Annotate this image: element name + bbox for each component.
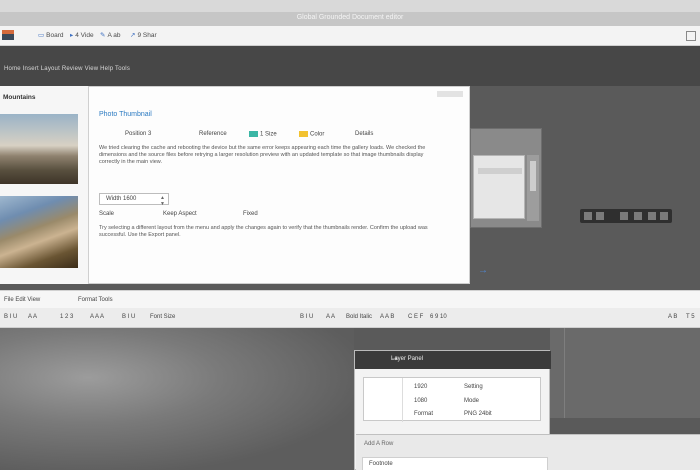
landscape-image-mountain[interactable] (0, 196, 78, 268)
format-group-7[interactable]: B I U (300, 314, 313, 320)
format-toolbar: B I U A A 1 2 3 A A A B I U Font Size B … (0, 308, 700, 328)
window-menu-icon[interactable] (686, 31, 696, 41)
control-icon-6[interactable] (660, 212, 668, 220)
toolbar-item-share[interactable]: ↗ 9 Shar (130, 31, 157, 39)
mini-preview-bar (478, 168, 522, 174)
property-key-2: 1080 (414, 398, 428, 404)
background-cloud-image (0, 328, 354, 470)
format-group-4[interactable]: A A A (90, 314, 104, 320)
field-details[interactable]: Details (355, 131, 373, 137)
properties-divider (402, 378, 403, 422)
toolbar-item-text[interactable]: ✎ A ab (100, 31, 120, 39)
secondary-menu-left[interactable]: File Edit View (4, 297, 40, 303)
layer-panel-header: Layer Panel ➝ (355, 351, 551, 369)
format-group-10[interactable]: A A B (380, 314, 394, 320)
format-group-3[interactable]: 1 2 3 (60, 314, 73, 320)
option-fixed[interactable]: Fixed (243, 211, 258, 217)
format-group-9[interactable]: Bold Italic (346, 314, 372, 320)
size-swatch-icon (249, 131, 258, 137)
mini-preview-scrollbar[interactable] (527, 155, 539, 221)
dialog-title: Photo Thumbnail (99, 111, 152, 118)
cursor-arrow-icon: → (478, 265, 488, 276)
property-value-3[interactable]: PNG 24bit (464, 411, 492, 417)
landscape-image-city[interactable] (0, 114, 78, 184)
field-size[interactable]: 1 Size (249, 131, 277, 138)
window-title: Global Grounded Document editor (296, 14, 404, 21)
media-controls (580, 209, 672, 223)
mini-preview-window (470, 128, 542, 228)
format-group-14[interactable]: T 5 (686, 314, 695, 320)
option-scale[interactable]: Scale (99, 211, 114, 217)
bottom-sheet: Add A Row Footnote (356, 434, 700, 470)
format-group-11[interactable]: C E F (408, 314, 423, 320)
bottom-sheet-label[interactable]: Add A Row (364, 441, 393, 447)
property-value-1[interactable]: Setting (464, 384, 483, 390)
right-gray-panel (550, 328, 700, 418)
menu-items[interactable]: Home Insert Layout Review View Help Tool… (4, 66, 130, 72)
color-swatch-icon (299, 131, 308, 137)
top-toolbar: ▭ Board ▸ 4 Vide ✎ A ab ↗ 9 Shar (0, 26, 700, 46)
dialog-paragraph-1: We tried clearing the cache and rebootin… (99, 145, 426, 165)
format-group-6[interactable]: Font Size (150, 314, 175, 320)
field-reference[interactable]: Reference (199, 131, 227, 137)
secondary-menu-right[interactable]: Format Tools (78, 297, 113, 303)
panel-arrow-icon[interactable]: ➝ (391, 354, 545, 363)
text-icon: ✎ (100, 32, 106, 39)
format-group-5[interactable]: B I U (122, 314, 135, 320)
format-group-12[interactable]: 6 9 10 (430, 314, 447, 320)
window-title-bar: Global Grounded Document editor (0, 0, 700, 26)
format-group-13[interactable]: A B (668, 314, 677, 320)
app-icon[interactable] (2, 30, 14, 40)
format-group-2[interactable]: A A (28, 314, 37, 320)
toolbar-item-board[interactable]: ▭ Board (38, 31, 64, 39)
option-keep-aspect[interactable]: Keep Aspect (163, 211, 197, 217)
board-icon: ▭ (38, 32, 45, 39)
width-stepper[interactable]: Width 1600 ▲ ▼ (99, 193, 169, 207)
control-icon-4[interactable] (634, 212, 642, 220)
dialog-close-area[interactable] (437, 91, 463, 97)
field-position[interactable]: Position 3 (125, 131, 151, 137)
toolbar-item-video[interactable]: ▸ 4 Vide (70, 31, 94, 39)
dialog-option-row: Scale Keep Aspect Fixed (99, 211, 399, 221)
control-icon-1[interactable] (584, 212, 592, 220)
stepper-arrows-icon[interactable]: ▲ ▼ (160, 195, 165, 207)
mini-preview-content (473, 155, 525, 219)
photo-dialog: Photo Thumbnail Position 3 Reference 1 S… (88, 86, 470, 284)
property-value-2[interactable]: Mode (464, 398, 479, 404)
format-group-8[interactable]: A A (326, 314, 335, 320)
control-icon-3[interactable] (620, 212, 628, 220)
video-icon: ▸ (70, 32, 74, 39)
share-icon: ↗ (130, 32, 136, 39)
format-group-1[interactable]: B I U (4, 314, 17, 320)
property-key-3: Format (414, 411, 434, 417)
layer-properties-box: 1920 Setting 1080 Mode Format PNG 24bit (363, 377, 541, 422)
right-gray-divider (564, 328, 565, 418)
menu-bar: Home Insert Layout Review View Help Tool… (0, 46, 700, 86)
bottom-sheet-field[interactable]: Footnote (362, 457, 548, 470)
property-key-1: 1920 (414, 384, 428, 390)
dialog-paragraph-2: Try selecting a different layout from th… (99, 225, 428, 238)
left-panel-heading: Mountains (3, 94, 36, 101)
dialog-field-row: Position 3 Reference 1 Size Color Detail… (125, 131, 425, 143)
control-icon-5[interactable] (648, 212, 656, 220)
field-color[interactable]: Color (299, 131, 324, 138)
left-image-panel: Mountains (0, 86, 88, 284)
secondary-menu-bar: File Edit View Format Tools (0, 290, 700, 308)
control-icon-2[interactable] (596, 212, 604, 220)
